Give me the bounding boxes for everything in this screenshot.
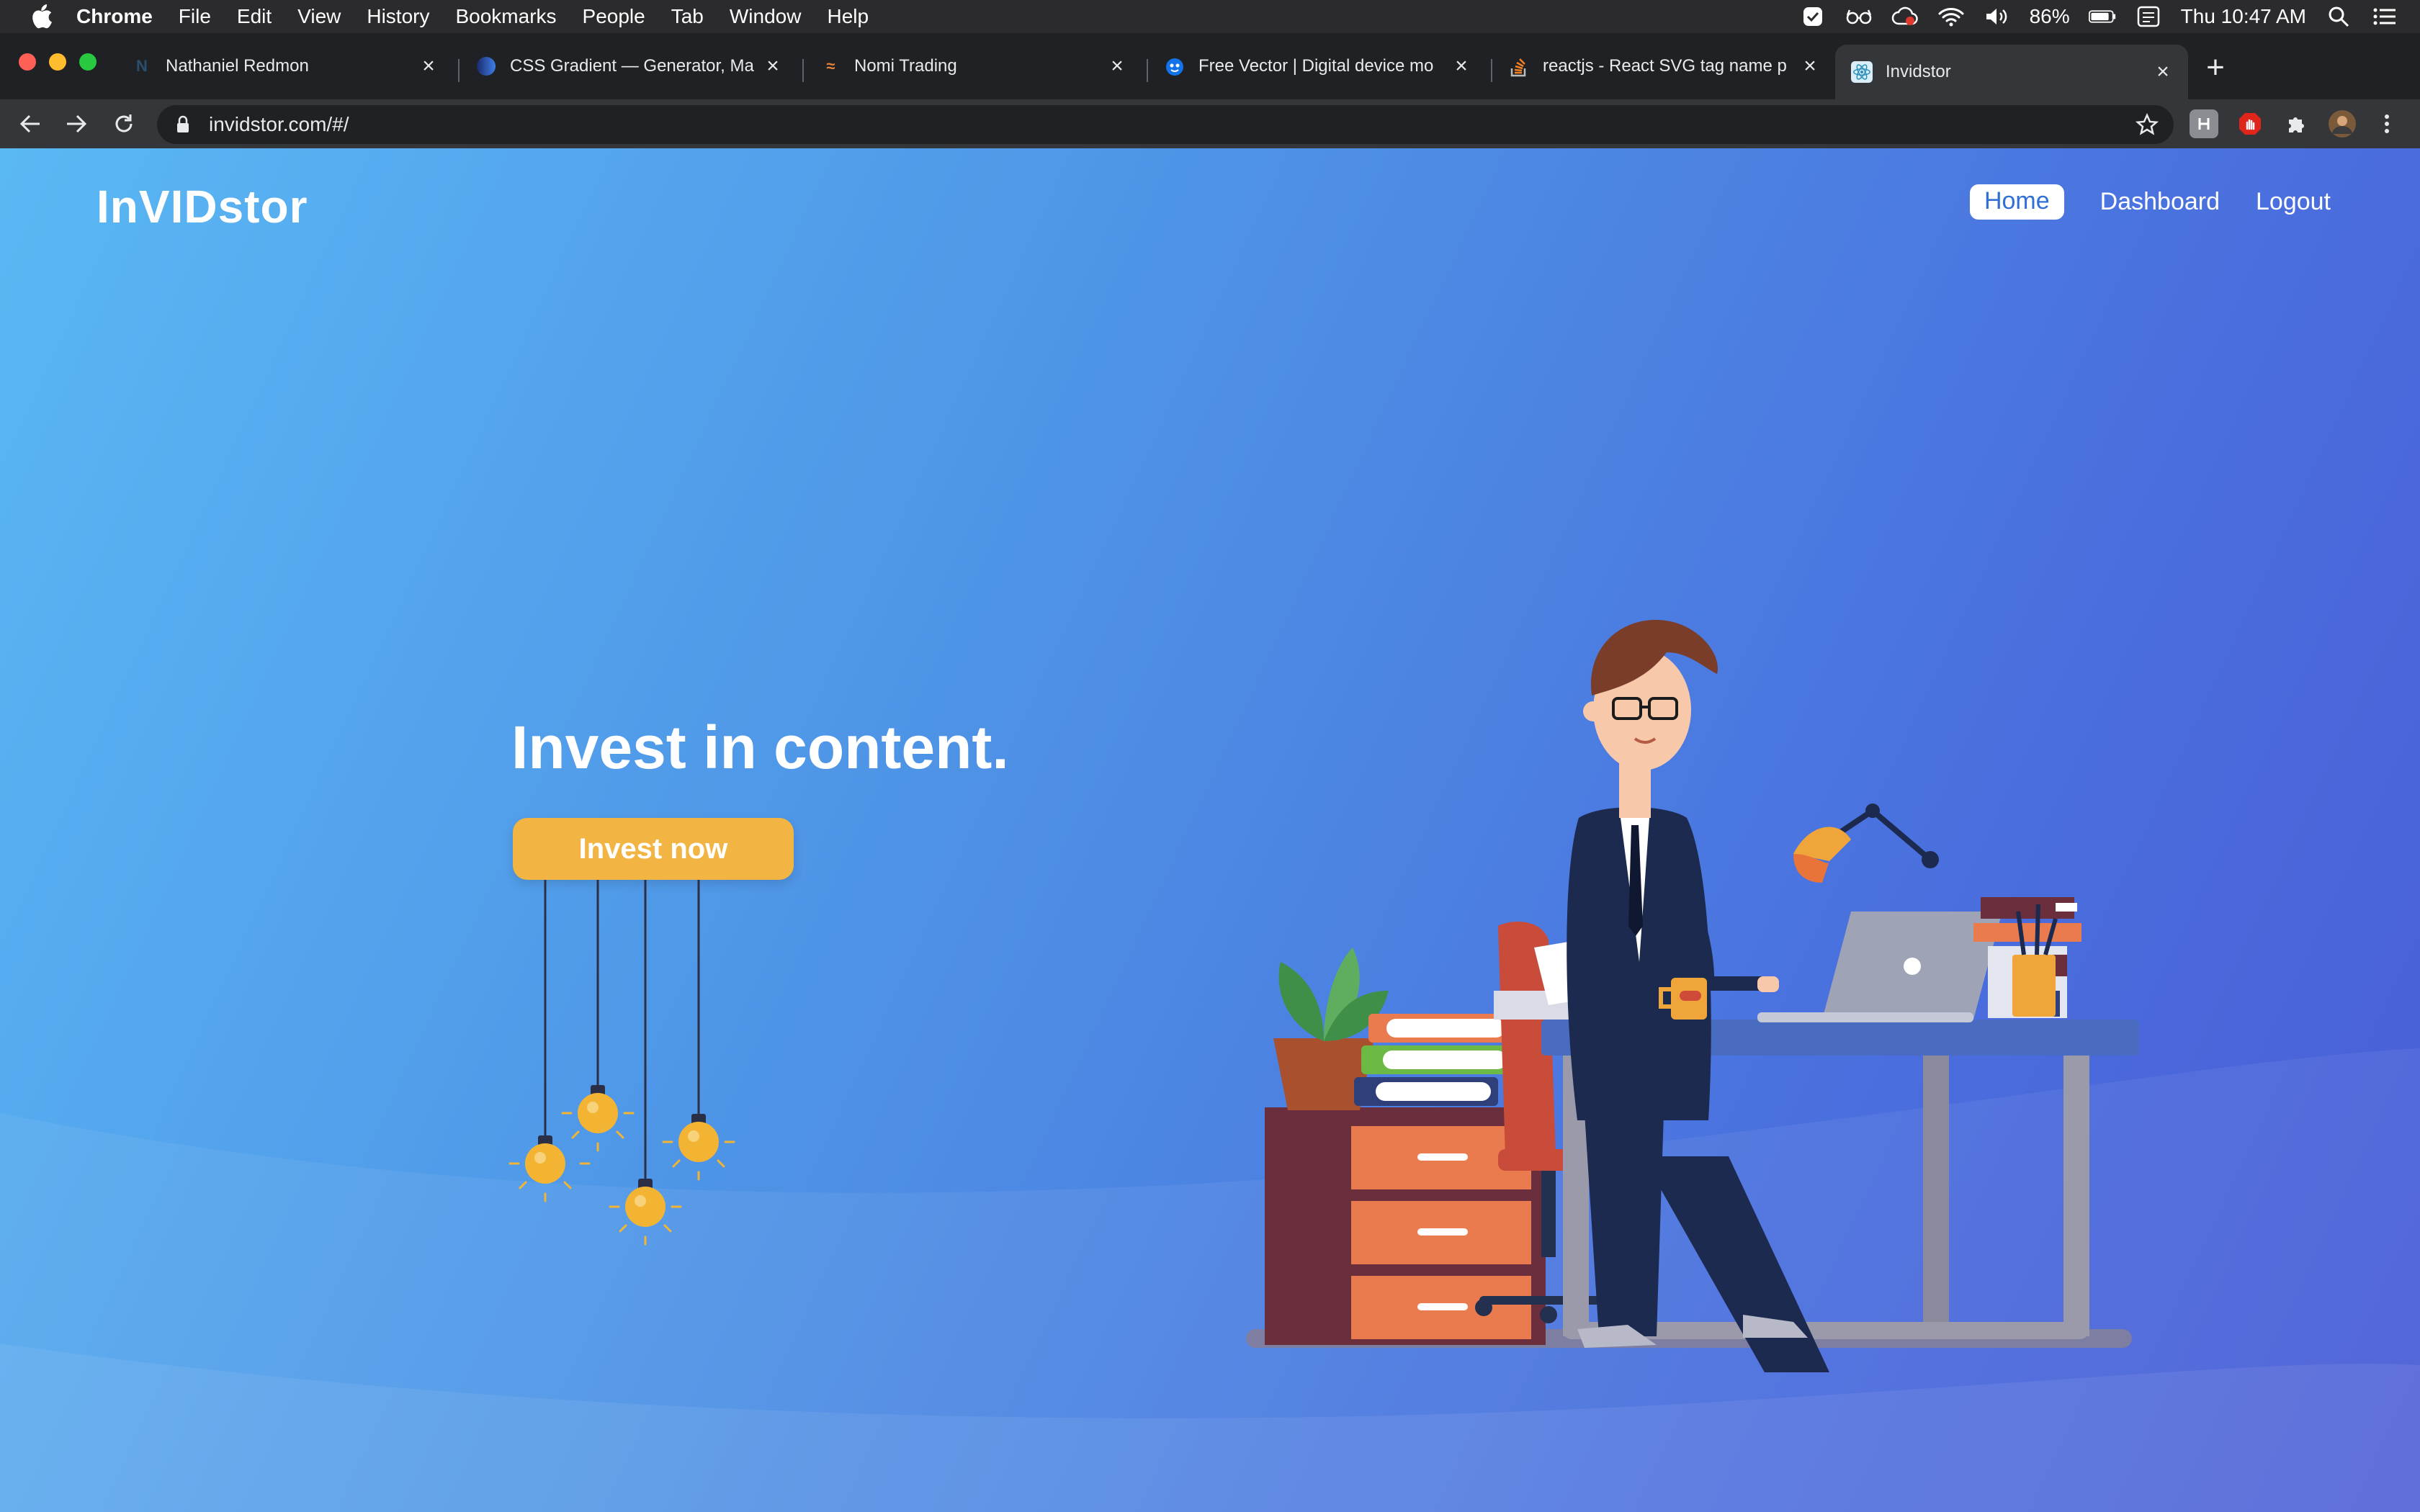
stackoverflow-icon (1508, 55, 1530, 77)
pen-holder (2012, 904, 2058, 1017)
volume-icon[interactable] (1984, 4, 2011, 29)
menubar-clock[interactable]: Thu 10:47 AM (2181, 5, 2306, 28)
laptop (1757, 912, 2002, 1022)
browser-tab-strip: N Nathaniel Redmon × CSS Gradient — Gene… (0, 33, 2420, 99)
menu-edit[interactable]: Edit (237, 5, 272, 28)
nav-logout-link[interactable]: Logout (2256, 188, 2331, 216)
close-tab-icon[interactable]: × (418, 54, 439, 78)
adblock-hand-icon[interactable] (2236, 109, 2264, 138)
tab-title: reactjs - React SVG tag name p (1543, 56, 1787, 76)
glasses-icon[interactable] (1845, 4, 1873, 29)
tab-title: Nomi Trading (854, 56, 957, 76)
bookmark-star-icon[interactable] (2133, 111, 2161, 138)
tab-css-gradient[interactable]: CSS Gradient — Generator, Ma × (460, 45, 798, 88)
close-tab-icon[interactable]: × (1451, 54, 1472, 78)
lightbulb-icon (678, 1114, 719, 1162)
menu-history[interactable]: History (367, 5, 429, 28)
kebab-menu-icon[interactable] (2372, 109, 2401, 138)
zoom-window-button[interactable] (79, 53, 97, 71)
invest-now-button[interactable]: Invest now (513, 818, 794, 880)
wifi-icon[interactable] (1937, 4, 1965, 29)
gradient-circle-icon (475, 55, 497, 77)
tab-invidstor[interactable]: Invidstor × (1835, 45, 2188, 99)
close-window-button[interactable] (19, 53, 36, 71)
book-stack (1354, 1014, 1512, 1106)
freepik-icon (1164, 55, 1186, 77)
close-tab-icon[interactable]: × (2152, 60, 2174, 84)
hanging-lightbulbs-illustration (508, 880, 735, 1246)
tab-reactjs-stackoverflow[interactable]: reactjs - React SVG tag name p × (1492, 45, 1835, 88)
menu-help[interactable]: Help (827, 5, 869, 28)
desk-lamp (1793, 804, 1939, 883)
office-worker-illustration (1246, 619, 2139, 1372)
site-logo[interactable]: InVIDstor (97, 180, 308, 233)
tab-nathaniel-redmon[interactable]: N Nathaniel Redmon × (115, 45, 454, 88)
drawer-cabinet (1265, 1107, 1546, 1345)
window-controls (19, 53, 97, 71)
reload-icon[interactable] (108, 108, 140, 140)
menu-people[interactable]: People (583, 5, 645, 28)
back-arrow-icon[interactable] (14, 108, 46, 140)
forward-arrow-icon[interactable] (60, 108, 92, 140)
site-nav: Home Dashboard Logout (1969, 184, 2331, 220)
tab-title: CSS Gradient — Generator, Ma (510, 56, 754, 76)
react-icon (1851, 61, 1873, 83)
new-tab-button[interactable]: + (2197, 49, 2234, 86)
close-tab-icon[interactable]: × (1799, 54, 1821, 78)
tab-free-vector[interactable]: Free Vector | Digital device mo × (1148, 45, 1487, 88)
lightbulb-icon (578, 1085, 618, 1133)
keyboard-input-icon[interactable] (2135, 4, 2162, 29)
menu-tab[interactable]: Tab (671, 5, 704, 28)
tab-title: Free Vector | Digital device mo (1198, 56, 1434, 76)
tab-title: Invidstor (1886, 62, 1951, 81)
tab-title: Nathaniel Redmon (166, 56, 309, 76)
nomi-icon: ≈ (825, 57, 835, 75)
notion-n-icon: N (136, 57, 148, 75)
lightbulb-icon (625, 1179, 666, 1227)
url-text[interactable]: invidstor.com/#/ (209, 113, 349, 136)
profile-avatar[interactable] (2328, 109, 2357, 138)
extension-h-icon[interactable] (2190, 109, 2218, 138)
browser-toolbar: invidstor.com/#/ (0, 99, 2420, 148)
battery-percent: 86% (2029, 5, 2070, 27)
nav-home-link[interactable]: Home (1969, 184, 2064, 220)
menu-view[interactable]: View (297, 5, 341, 28)
menu-app-chrome[interactable]: Chrome (76, 5, 153, 28)
lock-icon[interactable] (176, 114, 194, 135)
lightbulb-icon (525, 1135, 565, 1184)
checkmark-shield-icon[interactable] (1799, 4, 1827, 29)
battery-icon[interactable] (2088, 4, 2116, 29)
macos-menu-bar: Chrome File Edit View History Bookmarks … (0, 0, 2420, 33)
minimize-window-button[interactable] (49, 53, 66, 71)
extensions-puzzle-icon[interactable] (2282, 109, 2311, 138)
tab-nomi-trading[interactable]: ≈ Nomi Trading × (804, 45, 1142, 88)
address-bar[interactable]: invidstor.com/#/ (157, 105, 2174, 144)
nav-dashboard-link[interactable]: Dashboard (2100, 188, 2220, 216)
hero-title: Invest in content. (511, 714, 1009, 781)
creative-cloud-icon[interactable] (1891, 4, 1919, 29)
menu-bookmarks[interactable]: Bookmarks (455, 5, 556, 28)
menu-window[interactable]: Window (730, 5, 802, 28)
page-viewport: InVIDstor Home Dashboard Logout Invest i… (0, 148, 2420, 1512)
close-tab-icon[interactable]: × (762, 54, 784, 78)
notification-center-icon[interactable] (2371, 4, 2398, 29)
menu-file[interactable]: File (179, 5, 211, 28)
spotlight-search-icon[interactable] (2325, 4, 2352, 29)
apple-logo-icon[interactable] (27, 4, 56, 29)
close-tab-icon[interactable]: × (1106, 54, 1128, 78)
